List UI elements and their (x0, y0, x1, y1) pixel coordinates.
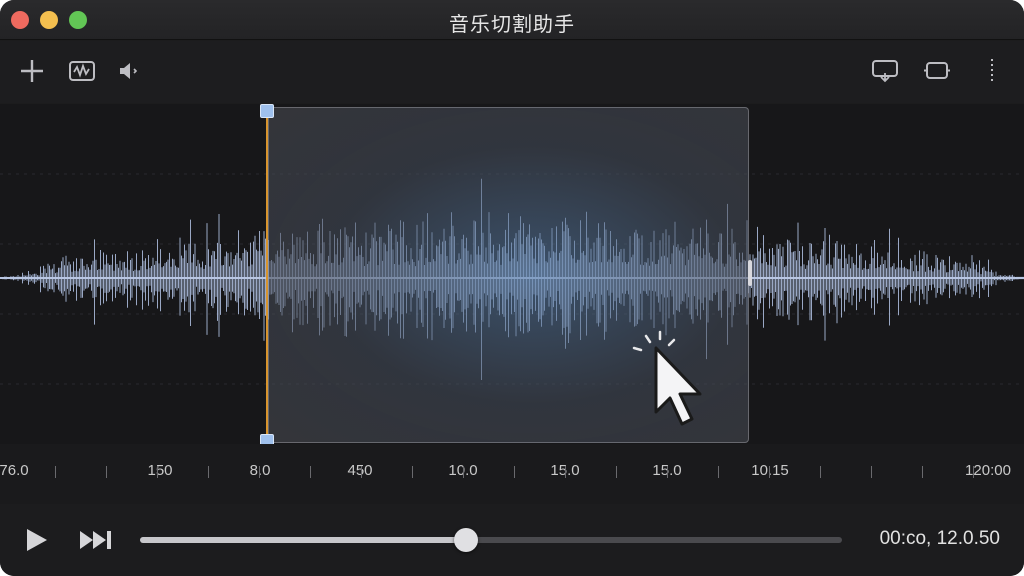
waveform-edit-button[interactable] (66, 53, 98, 89)
playback-scrubber[interactable] (140, 528, 842, 552)
window-title: 音乐切割助手 (449, 12, 575, 36)
timeline-label: 120:00 (965, 462, 1011, 479)
timeline-tick (718, 466, 719, 478)
timeline-tick (973, 466, 974, 478)
volume-icon (120, 63, 138, 79)
selection-end-handle[interactable] (748, 260, 752, 286)
timeline-tick (871, 466, 872, 478)
export-icon (872, 60, 898, 83)
transport-bar: 00:co, 12.0.50 (0, 504, 1024, 576)
timeline-ruler[interactable]: 76.0 150 8.0 450 10.0 15.0 15.0 10.15 120:00 (0, 444, 1024, 504)
timeline-tick (820, 466, 821, 478)
title-bar: 音乐切割助手 (0, 0, 1024, 40)
timeline-label: 150 (147, 462, 173, 479)
more-icon (991, 59, 993, 83)
timeline-tick (157, 466, 158, 478)
add-icon (21, 60, 43, 82)
timeline-tick (514, 466, 515, 478)
export-button[interactable] (868, 53, 902, 89)
time-readout: 00:co, 12.0.50 (879, 528, 1000, 549)
timeline-label: 450 (347, 462, 373, 479)
timeline-tick (769, 466, 770, 478)
timeline-tick (208, 466, 209, 478)
loop-icon (924, 62, 950, 79)
timeline-label: 10.15 (751, 462, 789, 479)
skip-forward-icon (80, 531, 111, 549)
volume-button[interactable] (112, 53, 144, 89)
timeline-tick (106, 466, 107, 478)
waveform-edit-icon (69, 61, 95, 81)
play-icon (27, 529, 47, 551)
toolbar (0, 41, 1024, 103)
loop-button[interactable] (920, 53, 954, 89)
timeline-tick (361, 466, 362, 478)
timeline-tick (616, 466, 617, 478)
add-button[interactable] (16, 53, 48, 89)
play-button[interactable] (22, 526, 50, 558)
timeline-tick (922, 466, 923, 478)
timeline-label: 8.0 (249, 462, 271, 479)
waveform-editor[interactable] (0, 104, 1024, 448)
skip-forward-button[interactable] (78, 528, 114, 556)
timeline-tick (55, 466, 56, 478)
app-window: 音乐切割助手 76.0 150 8.0 450 10.0 15.0 15.0 1… (0, 0, 1024, 576)
playback-scrubber-knob[interactable] (454, 528, 479, 552)
more-button[interactable] (980, 53, 1004, 89)
timeline-tick (565, 466, 566, 478)
timeline-tick (259, 466, 260, 478)
selection-start-handle-top[interactable] (260, 104, 274, 118)
timeline-tick (412, 466, 413, 478)
timeline-tick (463, 466, 464, 478)
timeline-tick (310, 466, 311, 478)
playback-progress-fill (140, 537, 467, 543)
timeline-tick (667, 466, 668, 478)
timeline-label: 76.0 (0, 462, 29, 479)
pointer-cursor-icon (632, 330, 702, 426)
selection-start-marker[interactable] (266, 110, 268, 442)
